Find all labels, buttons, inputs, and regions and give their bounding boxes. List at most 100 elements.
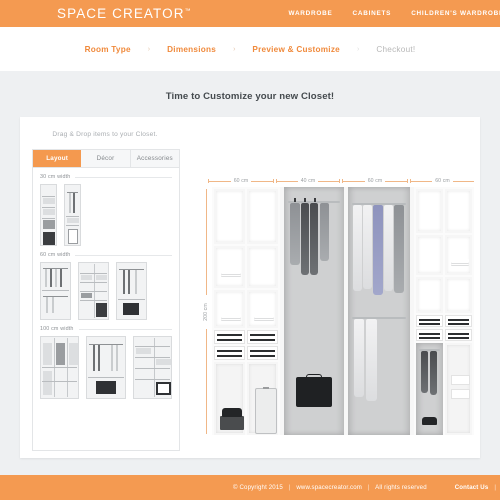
drawer[interactable] xyxy=(214,346,245,360)
drawer[interactable] xyxy=(416,329,443,341)
tab-accessories[interactable]: Accessories xyxy=(131,150,179,167)
hanging-cell[interactable] xyxy=(416,343,443,435)
dimension-line xyxy=(411,180,433,182)
shelf-cell[interactable] xyxy=(214,290,245,328)
drawer[interactable] xyxy=(416,315,443,327)
shelf-cell[interactable] xyxy=(214,246,245,288)
closet-preview[interactable]: 60 cm 40 cm 60 cm 60 cm 200 cm xyxy=(190,117,480,458)
dimension-line xyxy=(385,180,408,182)
nav-item-childrens-wardrobe[interactable]: CHILDREN'S WARDROBE xyxy=(411,10,500,17)
shoes xyxy=(222,408,242,417)
tick-icon xyxy=(407,179,409,183)
tick-icon xyxy=(339,179,341,183)
dimension-segment: 60 cm xyxy=(208,175,275,187)
parts-group-label: 100 cm width xyxy=(40,326,74,332)
garment xyxy=(354,319,364,397)
storage-cell[interactable] xyxy=(247,362,278,435)
drawer[interactable] xyxy=(445,329,472,341)
dimension-label: 200 cm xyxy=(202,294,210,329)
breadcrumb-bar: Room Type › Dimensions › Preview & Custo… xyxy=(0,27,500,71)
main-content: Time to Customize your new Closet! Drag … xyxy=(0,71,500,475)
drawer[interactable] xyxy=(214,330,245,344)
footer-separator: | xyxy=(367,484,370,491)
breadcrumb-separator-icon: › xyxy=(233,45,236,53)
breadcrumb-separator-icon: › xyxy=(356,45,360,53)
closet-bay[interactable] xyxy=(348,187,410,435)
dimension-line xyxy=(277,180,298,182)
shelf-cell[interactable] xyxy=(247,290,278,328)
dimension-label: 40 cm xyxy=(300,178,316,184)
parts-group-100cm: 100 cm width xyxy=(33,320,179,399)
page-title: Time to Customize your new Closet! xyxy=(165,91,335,102)
garment xyxy=(394,205,404,293)
height-dimension-ruler: 200 cm xyxy=(200,189,212,434)
parts-group-label: 30 cm width xyxy=(40,174,71,180)
dimension-line xyxy=(318,180,340,182)
dimension-line xyxy=(452,180,475,182)
module-thumb[interactable] xyxy=(40,184,57,246)
drawer[interactable] xyxy=(445,315,472,327)
module-thumb[interactable] xyxy=(116,262,147,320)
footer-separator: | xyxy=(288,484,291,491)
breadcrumb-step-checkout[interactable]: Checkout! xyxy=(376,45,415,54)
nav-item-cabinets[interactable]: CABINETS xyxy=(353,10,392,17)
parts-group-label: 60 cm width xyxy=(40,252,71,258)
closet-bay[interactable] xyxy=(212,187,280,435)
bag xyxy=(296,374,332,407)
storage-cell[interactable] xyxy=(445,343,472,435)
dimension-line xyxy=(209,180,231,182)
tab-decor[interactable]: Décor xyxy=(81,150,131,167)
garment xyxy=(430,351,437,395)
parts-thumbs xyxy=(40,336,172,399)
breadcrumb-step-dimensions[interactable]: Dimensions xyxy=(167,45,216,54)
footer-legal: © Copyright 2015 | www.spacecreator.com … xyxy=(233,484,427,491)
garment xyxy=(373,205,383,295)
footer-website[interactable]: www.spacecreator.com xyxy=(296,484,362,491)
shoes xyxy=(422,417,437,425)
brand-logo[interactable]: SPACE CREATOR™ xyxy=(57,6,191,21)
customizer-card: Drag & Drop items to your Closet. Layout… xyxy=(20,117,480,458)
garment xyxy=(301,203,309,275)
module-thumb[interactable] xyxy=(78,262,109,320)
trademark-icon: ™ xyxy=(184,8,191,15)
garment xyxy=(384,205,393,291)
primary-nav: WARDROBE CABINETS CHILDREN'S WARDROBE xyxy=(269,10,500,17)
closet-bay[interactable] xyxy=(284,187,344,435)
parts-group-header: 60 cm width xyxy=(40,252,172,258)
shoe-box xyxy=(220,416,244,430)
divider xyxy=(78,328,172,330)
site-footer: © Copyright 2015 | www.spacecreator.com … xyxy=(0,475,500,500)
module-thumb[interactable] xyxy=(64,184,81,246)
breadcrumb-step-preview-customize[interactable]: Preview & Customize xyxy=(252,45,340,54)
tab-layout[interactable]: Layout xyxy=(33,150,82,167)
dimension-line xyxy=(251,180,274,182)
dimension-segment: 60 cm xyxy=(410,175,475,187)
shelf-cell[interactable] xyxy=(445,235,472,275)
storage-cell[interactable] xyxy=(214,362,245,435)
garment xyxy=(353,205,362,291)
divider xyxy=(75,176,172,178)
parts-tabs: Layout Décor Accessories xyxy=(32,149,180,168)
drawer[interactable] xyxy=(247,330,278,344)
suitcase xyxy=(255,387,277,434)
module-thumb[interactable] xyxy=(86,336,126,399)
breadcrumb: Room Type › Dimensions › Preview & Custo… xyxy=(85,45,416,54)
module-thumb[interactable] xyxy=(40,262,71,320)
parts-thumbs xyxy=(40,184,172,246)
module-thumb[interactable] xyxy=(40,336,80,399)
dimension-label: 60 cm xyxy=(435,178,450,184)
contact-us-link[interactable]: Contact Us xyxy=(455,484,489,491)
parts-thumbs xyxy=(40,262,172,320)
closet-render[interactable] xyxy=(212,187,474,435)
parts-list[interactable]: 30 cm width 60 cm width 100 cm width xyxy=(32,168,180,451)
parts-group-header: 30 cm width xyxy=(40,174,172,180)
footer-separator: | xyxy=(494,484,496,491)
breadcrumb-step-room-type[interactable]: Room Type xyxy=(85,45,131,54)
drawer[interactable] xyxy=(247,346,278,360)
nav-item-wardrobe[interactable]: WARDROBE xyxy=(289,10,333,17)
module-thumb[interactable] xyxy=(132,336,172,399)
closet-bay[interactable] xyxy=(414,187,474,435)
parts-group-30cm: 30 cm width xyxy=(33,168,179,246)
garment xyxy=(290,203,300,265)
parts-group-60cm: 60 cm width xyxy=(33,246,179,320)
